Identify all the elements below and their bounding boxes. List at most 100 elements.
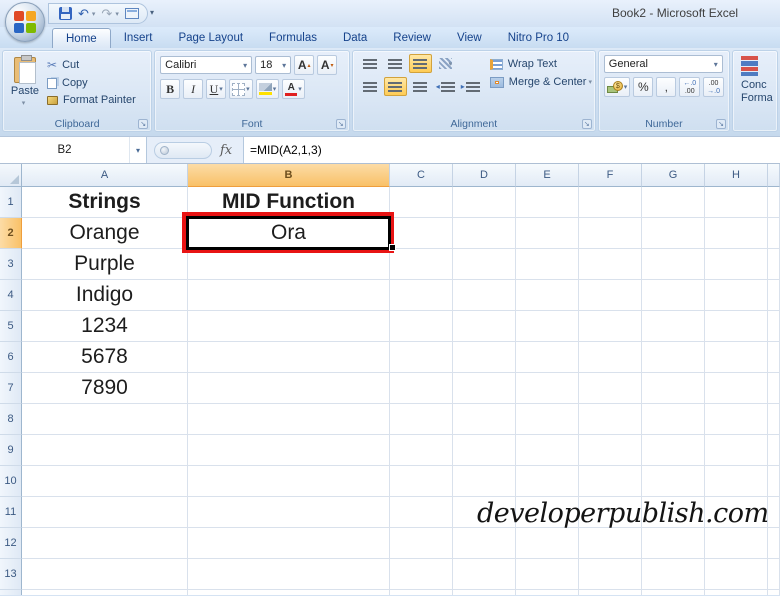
cell-F9[interactable] (579, 435, 642, 466)
cell-D3[interactable] (453, 249, 516, 280)
insert-function-icon[interactable]: fx (220, 143, 232, 158)
cell-E2[interactable] (516, 218, 579, 249)
cell-F1[interactable] (579, 187, 642, 218)
fill-handle[interactable] (389, 244, 396, 251)
borders-dropdown-icon[interactable]: ▾ (246, 85, 250, 93)
tab-data[interactable]: Data (330, 28, 380, 48)
cell-C4[interactable] (390, 280, 453, 311)
save-icon[interactable] (59, 7, 72, 20)
cut-button[interactable]: ✂ Cut (47, 58, 136, 72)
cell-D6[interactable] (453, 342, 516, 373)
cell-F12[interactable] (579, 528, 642, 559)
cell-G4[interactable] (642, 280, 705, 311)
cell-F7[interactable] (579, 373, 642, 404)
cell-F5[interactable] (579, 311, 642, 342)
column-header-C[interactable]: C (390, 164, 453, 187)
cell-H3[interactable] (705, 249, 768, 280)
cell-D12[interactable] (453, 528, 516, 559)
shrink-font-button[interactable]: A ▾ (317, 55, 338, 75)
cell-D1[interactable] (453, 187, 516, 218)
number-dialog-launcher-icon[interactable]: ↘ (716, 119, 726, 129)
cell-C6[interactable] (390, 342, 453, 373)
font-color-dropdown-icon[interactable]: ▾ (298, 85, 302, 93)
number-format-select[interactable]: General ▾ (603, 55, 723, 73)
clipboard-dialog-launcher-icon[interactable]: ↘ (138, 119, 149, 129)
cell-A5[interactable]: 1234 (22, 311, 188, 342)
cell-A12[interactable] (22, 528, 188, 559)
cell-H12[interactable] (705, 528, 768, 559)
tab-insert[interactable]: Insert (111, 28, 166, 48)
cell-G2[interactable] (642, 218, 705, 249)
decrease-decimal-button[interactable]: .00 →.0 (703, 77, 724, 97)
underline-button[interactable]: U ▾ (206, 79, 227, 99)
column-header-H[interactable]: H (705, 164, 768, 187)
cell-D10[interactable] (453, 466, 516, 497)
font-size-dropdown-icon[interactable]: ▾ (278, 61, 286, 70)
cell-G8[interactable] (642, 404, 705, 435)
cell-D9[interactable] (453, 435, 516, 466)
cell-H9[interactable] (705, 435, 768, 466)
cell-E6[interactable] (516, 342, 579, 373)
office-button[interactable] (5, 2, 45, 42)
redo-icon[interactable]: ↷ (101, 7, 112, 20)
italic-button[interactable]: I (183, 79, 204, 99)
conditional-formatting-button[interactable]: Conc Forma (741, 79, 773, 105)
alignment-dialog-launcher-icon[interactable]: ↘ (581, 119, 592, 129)
cell-D7[interactable] (453, 373, 516, 404)
row-header-4[interactable]: 4 (0, 280, 22, 311)
cell-C8[interactable] (390, 404, 453, 435)
cell-A7[interactable]: 7890 (22, 373, 188, 404)
cell-F4[interactable] (579, 280, 642, 311)
cell-B6[interactable] (188, 342, 390, 373)
cell-G7[interactable] (642, 373, 705, 404)
format-painter-button[interactable]: Format Painter (47, 94, 136, 106)
accounting-dropdown-icon[interactable]: ▾ (624, 83, 628, 91)
fill-color-button[interactable]: ▾ (255, 79, 280, 99)
cell-G9[interactable] (642, 435, 705, 466)
cell-A10[interactable] (22, 466, 188, 497)
cell-E8[interactable] (516, 404, 579, 435)
font-name-dropdown-icon[interactable]: ▾ (239, 61, 247, 70)
align-left-button[interactable] (359, 77, 382, 96)
cell-D8[interactable] (453, 404, 516, 435)
column-header-D[interactable]: D (453, 164, 516, 187)
column-header-G[interactable]: G (642, 164, 705, 187)
cell-D2[interactable] (453, 218, 516, 249)
cell-F8[interactable] (579, 404, 642, 435)
name-box-dropdown-icon[interactable]: ▾ (130, 137, 147, 163)
cell-E10[interactable] (516, 466, 579, 497)
cell-G3[interactable] (642, 249, 705, 280)
row-header-11[interactable]: 11 (0, 497, 22, 528)
cell-B13[interactable] (188, 559, 390, 590)
number-format-dropdown-icon[interactable]: ▾ (710, 60, 718, 69)
font-size-select[interactable]: 18 ▾ (255, 56, 292, 74)
column-header-E[interactable]: E (516, 164, 579, 187)
cell-B2[interactable]: Ora (188, 218, 390, 249)
font-name-select[interactable]: Calibri ▾ (160, 56, 253, 74)
select-all-corner[interactable] (0, 164, 22, 187)
cell-B5[interactable] (188, 311, 390, 342)
cell-A11[interactable] (22, 497, 188, 528)
cell-E3[interactable] (516, 249, 579, 280)
cell-B9[interactable] (188, 435, 390, 466)
row-header-10[interactable]: 10 (0, 466, 22, 497)
tab-page-layout[interactable]: Page Layout (165, 28, 256, 48)
cell-A9[interactable] (22, 435, 188, 466)
cell-E1[interactable] (516, 187, 579, 218)
row-header-7[interactable]: 7 (0, 373, 22, 404)
cell-B11[interactable] (188, 497, 390, 528)
cell-G13[interactable] (642, 559, 705, 590)
cell-H10[interactable] (705, 466, 768, 497)
cell-F10[interactable] (579, 466, 642, 497)
row-header-13[interactable]: 13 (0, 559, 22, 590)
wrap-text-button[interactable]: Wrap Text (489, 58, 592, 70)
copy-button[interactable]: Copy (47, 77, 136, 89)
font-color-button[interactable]: A ▾ (282, 79, 305, 99)
cell-G12[interactable] (642, 528, 705, 559)
align-right-button[interactable] (409, 77, 432, 96)
cell-D13[interactable] (453, 559, 516, 590)
cell-B10[interactable] (188, 466, 390, 497)
cell-H8[interactable] (705, 404, 768, 435)
decrease-indent-button[interactable]: ◂ (434, 77, 457, 96)
cell-E13[interactable] (516, 559, 579, 590)
